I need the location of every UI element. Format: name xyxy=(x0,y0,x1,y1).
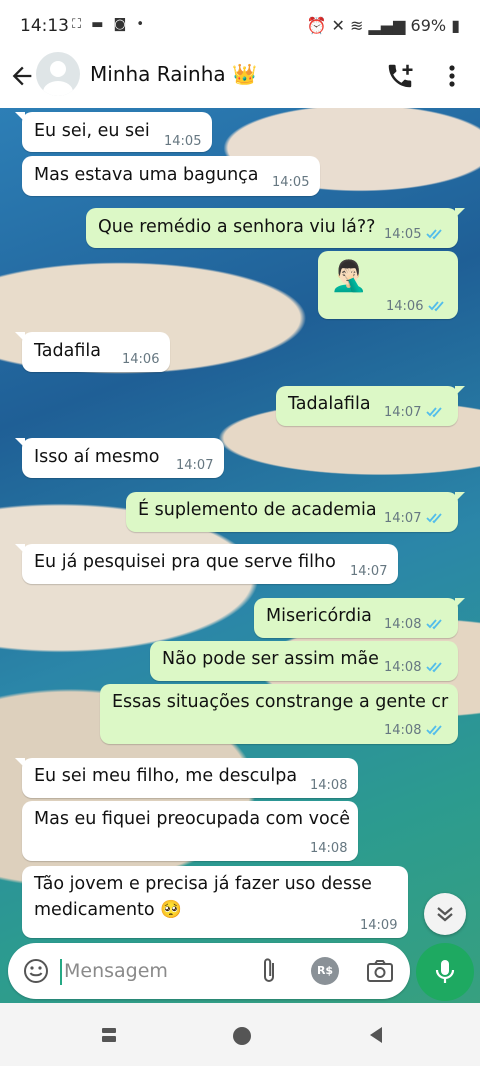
attach-icon[interactable] xyxy=(256,956,282,986)
message-time: 14:07 xyxy=(384,405,422,420)
alarm-icon: ⏰ xyxy=(306,16,327,35)
pay-icon[interactable]: R$ xyxy=(311,957,339,985)
message-bubble[interactable]: É suplemento de academia 14:07 xyxy=(126,492,465,532)
message-bubble[interactable]: Eu sei, eu sei 14:05 xyxy=(15,112,212,152)
message-time: 14:06 xyxy=(122,352,160,367)
message-time: 14:05 xyxy=(272,175,310,190)
signal-icon: ▂▄▆ xyxy=(368,16,406,35)
message-input[interactable]: Mensagem xyxy=(64,960,168,982)
message-time: 14:08 xyxy=(384,723,422,738)
message-time: 14:08 xyxy=(310,778,348,793)
message-bubble[interactable]: Eu já pesquisei pra que serve filho 14:0… xyxy=(15,544,398,584)
text-cursor xyxy=(60,959,62,985)
message-composer: Mensagem R$ xyxy=(8,943,410,999)
chat-background: Eu sei, eu sei 14:05 Mas estava uma bagu… xyxy=(0,108,480,1003)
message-text: Eu já pesquisei pra que serve filho xyxy=(34,552,336,572)
message-bubble[interactable]: Misericórdia 14:08 xyxy=(254,598,465,638)
mute-icon: ✕ xyxy=(331,16,345,35)
read-tick-icon xyxy=(428,301,444,312)
read-tick-icon xyxy=(426,619,442,630)
message-time: 14:08 xyxy=(384,660,422,675)
message-text: É suplemento de academia xyxy=(138,500,377,520)
read-tick-icon xyxy=(426,725,442,736)
message-text-line2: medicamento 🥺 xyxy=(34,900,182,920)
more-vert-icon[interactable] xyxy=(440,61,464,91)
message-bubble[interactable]: Tadafila 14:06 xyxy=(15,332,170,372)
message-bubble[interactable]: Essas situações constrange a gente cr 14… xyxy=(100,684,458,744)
message-time: 14:07 xyxy=(176,458,214,473)
message-text: Que remédio a senhora viu lá?? xyxy=(98,217,376,237)
read-tick-icon xyxy=(426,662,442,673)
back-arrow-icon[interactable] xyxy=(8,62,36,90)
read-tick-icon xyxy=(426,229,442,240)
message-bubble[interactable]: Isso aí mesmo 14:07 xyxy=(15,438,224,478)
message-time: 14:06 xyxy=(386,299,424,314)
chat-header: Minha Rainha 👑 xyxy=(0,50,480,108)
message-text: Não pode ser assim mãe xyxy=(162,649,379,669)
message-sticker: 🤦🏻‍♂️ xyxy=(330,259,368,294)
battery-level: 69% xyxy=(410,16,447,35)
message-text: Mas eu fiquei preocupada com você xyxy=(34,809,351,829)
message-bubble[interactable]: Que remédio a senhora viu lá?? 14:05 xyxy=(86,208,465,248)
message-bubble[interactable]: Mas estava uma bagunça 14:05 xyxy=(22,156,320,196)
message-time: 14:08 xyxy=(384,617,422,632)
contact-name[interactable]: Minha Rainha 👑 xyxy=(90,62,257,86)
message-time: 14:05 xyxy=(164,134,202,149)
read-tick-icon xyxy=(426,407,442,418)
scroll-down-button[interactable] xyxy=(424,893,466,935)
add-call-icon[interactable] xyxy=(385,61,415,91)
message-bubble[interactable]: 🤦🏻‍♂️ 14:06 xyxy=(318,251,458,319)
message-time: 14:07 xyxy=(384,511,422,526)
message-bubble[interactable]: Tão jovem e precisa já fazer uso desse m… xyxy=(22,866,408,938)
message-bubble[interactable]: Não pode ser assim mãe 14:08 xyxy=(150,641,458,681)
message-time: 14:08 xyxy=(310,841,348,856)
message-bubble[interactable]: Eu sei meu filho, me desculpa 14:08 xyxy=(15,758,358,798)
mic-icon xyxy=(435,960,455,983)
status-bar: 14:13 ⛶ ▬ ◙ • ⏰ ✕ ≋ ▂▄▆ 69% ▮ xyxy=(0,0,480,50)
message-text: Tão jovem e precisa já fazer uso desse xyxy=(34,874,372,894)
message-time: 14:05 xyxy=(384,227,422,242)
emoji-icon[interactable] xyxy=(22,957,50,985)
avatar[interactable] xyxy=(36,52,80,96)
mic-button[interactable] xyxy=(416,943,474,1001)
back-nav-icon[interactable] xyxy=(368,1026,384,1044)
battery-icon: ▮ xyxy=(451,16,460,35)
message-bubble[interactable]: Tadalafila 14:07 xyxy=(276,386,465,426)
notification-icons: ⛶ ▬ ◙ • xyxy=(72,17,148,32)
message-text: Misericórdia xyxy=(266,606,372,626)
message-bubble[interactable]: Mas eu fiquei preocupada com você 14:08 xyxy=(22,801,358,861)
message-text: Tadafila xyxy=(34,341,101,361)
home-icon[interactable] xyxy=(233,1027,251,1045)
default-avatar-icon xyxy=(43,61,73,96)
crown-emoji: 👑 xyxy=(232,62,257,86)
recent-apps-icon[interactable] xyxy=(100,1026,118,1044)
contact-name-text: Minha Rainha xyxy=(90,62,226,86)
message-text: Eu sei, eu sei xyxy=(34,121,150,141)
message-text: Essas situações constrange a gente cr xyxy=(112,692,449,712)
status-right: ⏰ ✕ ≋ ▂▄▆ 69% ▮ xyxy=(307,16,461,35)
system-nav-bar xyxy=(0,1003,480,1066)
wifi-icon: ≋ xyxy=(350,16,364,35)
message-text: Isso aí mesmo xyxy=(34,447,160,467)
camera-icon[interactable] xyxy=(365,957,395,985)
message-text: Mas estava uma bagunça xyxy=(34,165,259,185)
status-time: 14:13 xyxy=(20,16,69,36)
message-time: 14:09 xyxy=(360,918,398,933)
read-tick-icon xyxy=(426,513,442,524)
message-text: Tadalafila xyxy=(288,394,371,414)
message-text: Eu sei meu filho, me desculpa xyxy=(34,766,298,786)
message-time: 14:07 xyxy=(350,564,388,579)
scroll-down-icon xyxy=(437,907,453,922)
